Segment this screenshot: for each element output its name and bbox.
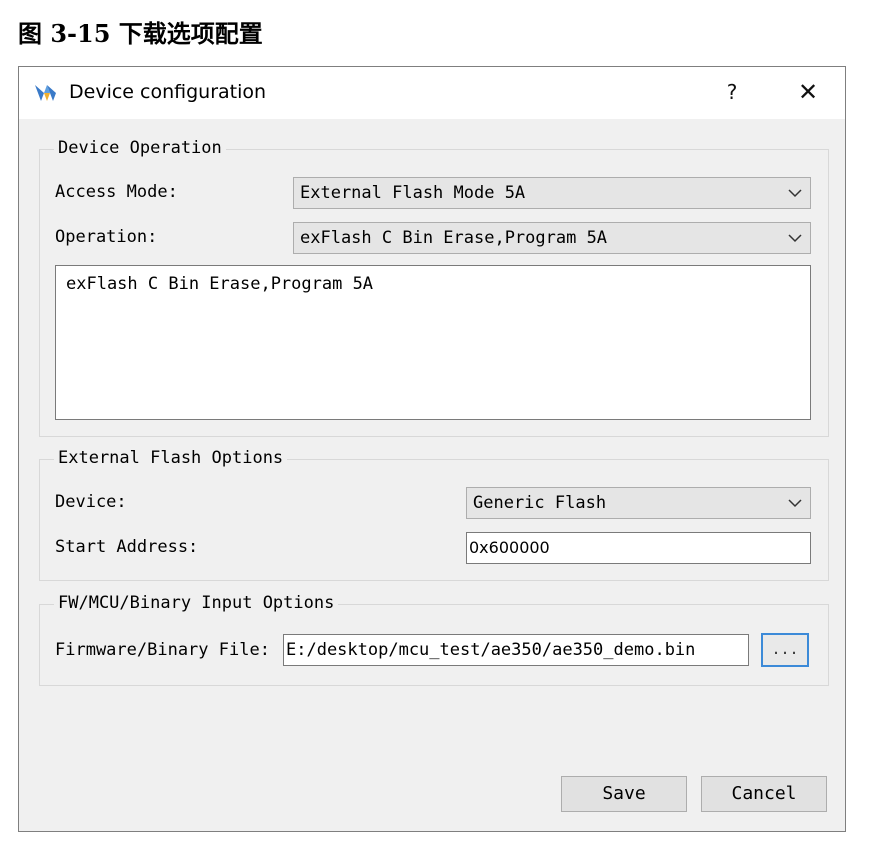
close-button[interactable]: ✕	[791, 77, 825, 107]
start-address-label: Start Address:	[55, 537, 199, 557]
help-button[interactable]: ?	[717, 77, 747, 107]
input-options-legend: FW/MCU/Binary Input Options	[54, 593, 339, 613]
flash-device-select[interactable]: Generic Flash	[466, 487, 811, 519]
access-mode-value: External Flash Mode 5A	[300, 183, 526, 203]
chevron-down-icon	[788, 189, 802, 198]
chevron-down-icon	[788, 499, 802, 508]
gowin-logo-icon	[35, 85, 59, 101]
external-flash-options-legend: External Flash Options	[54, 448, 288, 468]
device-configuration-dialog: Device configuration ? ✕ Device Operatio…	[18, 66, 846, 832]
operation-description: exFlash C Bin Erase,Program 5A	[66, 274, 374, 294]
operation-select[interactable]: exFlash C Bin Erase,Program 5A	[293, 222, 811, 254]
access-mode-label: Access Mode:	[55, 182, 178, 202]
cancel-button[interactable]: Cancel	[701, 776, 827, 812]
save-button[interactable]: Save	[561, 776, 687, 812]
firmware-file-input[interactable]: E:/desktop/mcu_test/ae350/ae350_demo.bin	[283, 634, 749, 666]
operation-value: exFlash C Bin Erase,Program 5A	[300, 228, 608, 248]
chevron-down-icon	[788, 234, 802, 243]
device-operation-legend: Device Operation	[54, 138, 226, 158]
window-title: Device configuration	[69, 81, 267, 103]
flash-device-value: Generic Flash	[473, 493, 607, 513]
figure-caption: 图 3-15 下载选项配置	[18, 19, 263, 48]
title-bar: Device configuration ? ✕	[19, 67, 845, 119]
start-address-input[interactable]: 0x600000	[466, 532, 811, 564]
operation-description-box[interactable]: exFlash C Bin Erase,Program 5A	[55, 265, 811, 420]
operation-label: Operation:	[55, 227, 158, 247]
device-label: Device:	[55, 492, 127, 512]
firmware-file-label: Firmware/Binary File:	[55, 640, 270, 660]
access-mode-select[interactable]: External Flash Mode 5A	[293, 177, 811, 209]
browse-file-button[interactable]: ...	[761, 633, 809, 667]
